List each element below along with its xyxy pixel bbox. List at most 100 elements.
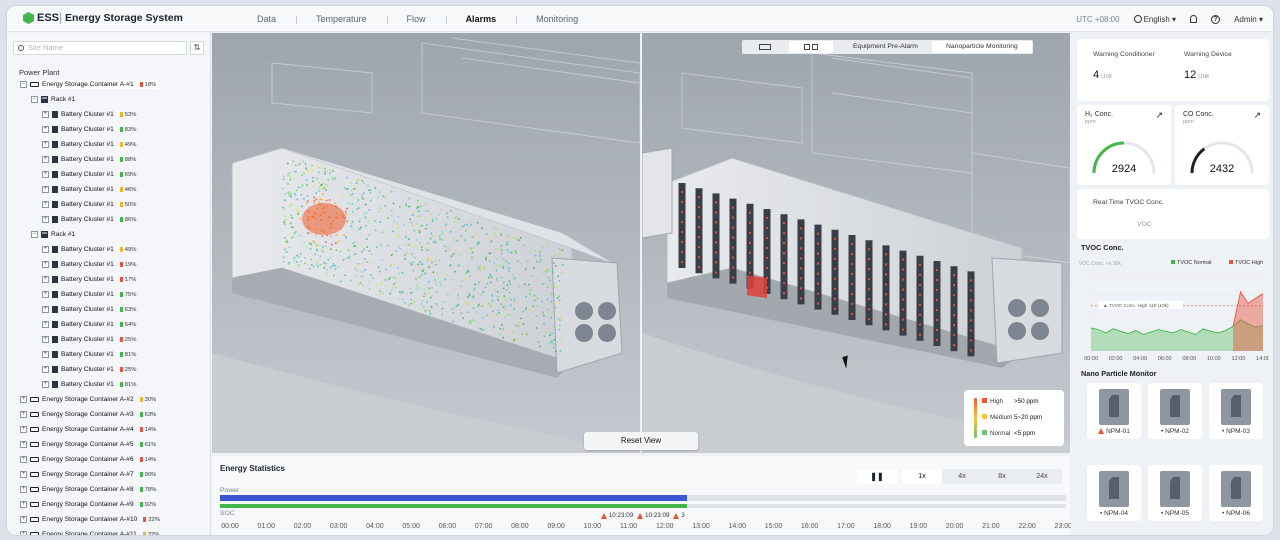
expand-icon[interactable]: + — [20, 456, 27, 463]
user-menu[interactable]: Admin ▾ — [1234, 15, 1263, 24]
search-input[interactable] — [28, 43, 178, 52]
tree-item-cluster[interactable]: + Battery Cluster #1 86% — [7, 212, 210, 227]
tree-item-container[interactable]: + Energy Storage Container A-#11 32% — [7, 527, 210, 535]
tree-item-cluster[interactable]: + Battery Cluster #1 50% — [7, 197, 210, 212]
expand-icon[interactable]: + — [42, 111, 49, 118]
tab-nanoparticle-monitoring[interactable]: Nanoparticle Monitoring — [931, 41, 1032, 53]
tree-item-container[interactable]: + Energy Storage Container A-#6 14% — [7, 452, 210, 467]
expand-icon[interactable]: + — [42, 201, 49, 208]
expand-icon[interactable]: + — [42, 216, 49, 223]
single-view-button[interactable] — [743, 41, 787, 53]
tree-item-cluster[interactable]: + Battery Cluster #1 83% — [7, 122, 210, 137]
tree-item-cluster[interactable]: + Battery Cluster #1 46% — [7, 182, 210, 197]
warning-icon — [673, 512, 680, 519]
split-view-button[interactable] — [789, 41, 833, 53]
expand-icon[interactable]: + — [42, 306, 49, 313]
npm-card[interactable]: • NPM-04 — [1087, 465, 1141, 521]
bell-icon[interactable] — [1190, 15, 1198, 23]
expand-icon[interactable]: + — [42, 291, 49, 298]
tree-item-container[interactable]: − Energy Storage Container A-#1 18% — [7, 77, 210, 92]
tree-item-cluster[interactable]: + Battery Cluster #1 81% — [7, 347, 210, 362]
expand-arrow-icon[interactable]: ↗ — [1155, 110, 1163, 121]
nav-data[interactable]: Data — [237, 14, 296, 24]
speed-8x[interactable]: 8x — [982, 469, 1022, 484]
help-icon[interactable]: ? — [1211, 14, 1221, 24]
language-select[interactable]: English ▾ — [1133, 14, 1176, 24]
tree-item-container[interactable]: + Energy Storage Container A-#9 92% — [7, 497, 210, 512]
tree-item-container[interactable]: + Energy Storage Container A-#8 78% — [7, 482, 210, 497]
expand-icon[interactable]: + — [20, 471, 27, 478]
expand-icon[interactable]: + — [42, 126, 49, 133]
tree-item-container[interactable]: + Energy Storage Container A-#3 63% — [7, 407, 210, 422]
expand-icon[interactable]: + — [42, 381, 49, 388]
alarm-marker[interactable]: 10:23:09 — [637, 512, 670, 519]
tree-item-cluster[interactable]: + Battery Cluster #1 53% — [7, 107, 210, 122]
expand-icon[interactable]: + — [42, 351, 49, 358]
collapse-icon[interactable]: − — [20, 81, 27, 88]
collapse-icon[interactable]: − — [31, 231, 38, 238]
tree-label: Energy Storage Container A-#9 — [42, 501, 134, 508]
tree-item-rack[interactable]: − Rack #1 — [7, 92, 210, 107]
tree-item-cluster[interactable]: + Battery Cluster #1 25% — [7, 332, 210, 347]
speed-4x[interactable]: 4x — [942, 469, 982, 484]
tree-item-container[interactable]: + Energy Storage Container A-#2 30% — [7, 392, 210, 407]
tree-item-cluster[interactable]: + Battery Cluster #1 25% — [7, 362, 210, 377]
tree-item-cluster[interactable]: + Battery Cluster #1 81% — [7, 377, 210, 392]
expand-icon[interactable]: + — [20, 441, 27, 448]
tree-item-container[interactable]: + Energy Storage Container A-#7 90% — [7, 467, 210, 482]
tree-item-cluster[interactable]: + Battery Cluster #1 49% — [7, 137, 210, 152]
speed-1x[interactable]: 1x — [902, 469, 942, 484]
reset-view-button[interactable]: Reset View — [584, 432, 698, 450]
alarm-marker[interactable]: 3 — [673, 512, 685, 519]
expand-icon[interactable]: + — [42, 321, 49, 328]
expand-icon[interactable]: + — [20, 396, 27, 403]
expand-icon[interactable]: + — [42, 246, 49, 253]
container-icon — [30, 82, 39, 87]
split-divider[interactable] — [640, 33, 642, 453]
expand-icon[interactable]: + — [20, 516, 27, 523]
expand-icon[interactable]: + — [20, 531, 27, 535]
tree-item-rack[interactable]: − Rack #1 — [7, 227, 210, 242]
expand-icon[interactable]: + — [42, 186, 49, 193]
npm-card[interactable]: • NPM-03 — [1209, 383, 1263, 439]
tree-item-container[interactable]: + Energy Storage Container A-#10 22% — [7, 512, 210, 527]
tab-equipment-pre-alarm[interactable]: Equipment Pre-Alarm — [839, 41, 932, 53]
expand-icon[interactable]: + — [42, 141, 49, 148]
tree-item-cluster[interactable]: + Battery Cluster #1 69% — [7, 167, 210, 182]
expand-icon[interactable]: + — [42, 171, 49, 178]
npm-card[interactable]: • NPM-06 — [1209, 465, 1263, 521]
expand-icon[interactable]: + — [42, 156, 49, 163]
scene-viewport[interactable]: Equipment Pre-Alarm Nanoparticle Monitor… — [212, 33, 1070, 453]
tree-item-cluster[interactable]: + Battery Cluster #1 49% — [7, 242, 210, 257]
npm-card[interactable]: • NPM-02 — [1148, 383, 1202, 439]
tree-item-cluster[interactable]: + Battery Cluster #1 19% — [7, 257, 210, 272]
expand-icon[interactable]: + — [42, 276, 49, 283]
expand-icon[interactable]: + — [42, 366, 49, 373]
expand-icon[interactable]: + — [20, 411, 27, 418]
tree-item-cluster[interactable]: + Battery Cluster #1 88% — [7, 152, 210, 167]
expand-icon[interactable]: + — [20, 426, 27, 433]
collapse-icon[interactable]: − — [31, 96, 38, 103]
sort-button[interactable]: ⇅ — [190, 41, 204, 55]
expand-icon[interactable]: + — [20, 501, 27, 508]
tree-item-container[interactable]: + Energy Storage Container A-#5 61% — [7, 437, 210, 452]
tree-item-container[interactable]: + Energy Storage Container A-#4 14% — [7, 422, 210, 437]
tree-item-cluster[interactable]: + Battery Cluster #1 75% — [7, 287, 210, 302]
expand-icon[interactable]: + — [20, 486, 27, 493]
soc-badge: 25% — [119, 337, 136, 343]
tree-item-cluster[interactable]: + Battery Cluster #1 64% — [7, 317, 210, 332]
expand-arrow-icon[interactable]: ↗ — [1253, 110, 1261, 121]
nav-temperature[interactable]: Temperature — [296, 14, 387, 24]
expand-icon[interactable]: + — [42, 261, 49, 268]
tree-item-cluster[interactable]: + Battery Cluster #1 63% — [7, 302, 210, 317]
speed-24x[interactable]: 24x — [1022, 469, 1062, 484]
npm-card[interactable]: • NPM-05 — [1148, 465, 1202, 521]
pause-button[interactable]: ❚❚ — [857, 469, 897, 484]
nav-monitoring[interactable]: Monitoring — [516, 14, 598, 24]
npm-card[interactable]: NPM-01 — [1087, 383, 1141, 439]
expand-icon[interactable]: + — [42, 336, 49, 343]
tree-item-cluster[interactable]: + Battery Cluster #1 17% — [7, 272, 210, 287]
nav-alarms[interactable]: Alarms — [445, 14, 517, 24]
nav-flow[interactable]: Flow — [386, 14, 446, 24]
alarm-marker[interactable]: 10:23:09 — [600, 512, 633, 519]
